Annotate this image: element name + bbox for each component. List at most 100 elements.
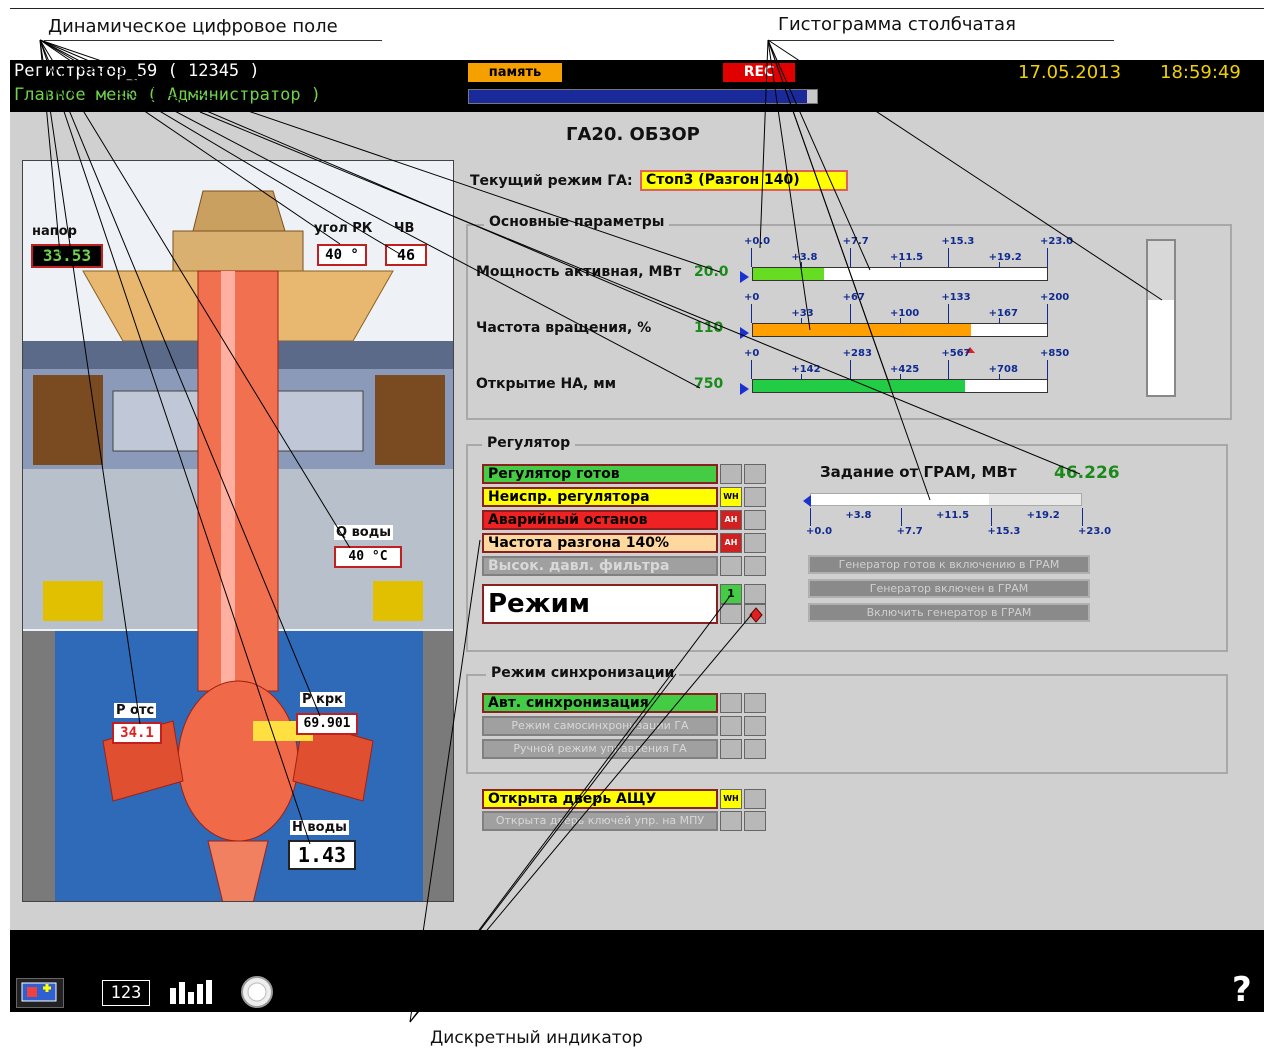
tick-mark <box>1047 304 1048 323</box>
pkrk-label: P крк <box>300 692 346 707</box>
napor-value: 33.53 <box>31 244 103 268</box>
bar-chart-icon[interactable] <box>168 978 220 1010</box>
main-menu-link[interactable]: Главное меню ( Администратор ) <box>14 85 321 105</box>
mode-indicator[interactable]: Режим <box>482 584 718 624</box>
tick-label: +425 <box>890 364 920 375</box>
pots-label: P отс <box>114 703 157 718</box>
memory-progress-fill <box>469 90 807 103</box>
tick-label: +0 <box>744 292 760 303</box>
tick-label: +11.5 <box>890 252 924 263</box>
sync-title: Режим синхронизации <box>486 665 680 681</box>
tick-mark <box>751 360 752 379</box>
tick-mark <box>751 304 752 323</box>
help-button[interactable]: ? <box>1232 970 1252 1010</box>
gram-button[interactable]: Включить генератор в ГРАМ <box>808 603 1090 622</box>
indicator-square[interactable] <box>744 716 766 736</box>
tick-label: +200 <box>1040 292 1070 303</box>
tick-mark <box>998 318 1000 323</box>
tick-label: +167 <box>988 308 1018 319</box>
tick-label: +100 <box>890 308 920 319</box>
indicator-square[interactable] <box>744 693 766 713</box>
indicator-square[interactable] <box>720 716 742 736</box>
discrete-indicator[interactable]: Частота разгона 140% <box>482 533 718 553</box>
indicator-square[interactable] <box>744 739 766 759</box>
indicator-square[interactable] <box>744 487 766 507</box>
discrete-indicator[interactable]: Неиспр. регулятора <box>482 487 718 507</box>
tick-label: +850 <box>1040 348 1070 359</box>
discrete-indicator[interactable]: Высок. давл. фильтра <box>482 556 718 576</box>
indicator-square[interactable] <box>744 556 766 576</box>
indicator-square[interactable] <box>744 811 766 831</box>
param-value: 110 <box>694 320 724 336</box>
tick-mark <box>900 318 901 323</box>
indicator-tag[interactable]: WH <box>720 487 742 507</box>
indicator-square[interactable] <box>720 739 742 759</box>
indicator-square[interactable] <box>744 464 766 484</box>
gram-button[interactable]: Генератор готов к включению в ГРАМ <box>808 555 1090 574</box>
discrete-indicator[interactable]: Регулятор готов <box>482 464 718 484</box>
indicator-square[interactable] <box>744 510 766 530</box>
gram-task-label: Задание от ГРАМ, МВт <box>820 463 1017 481</box>
indicator-tag[interactable]: WH <box>720 789 742 809</box>
mode-square[interactable] <box>720 604 742 624</box>
chv-label: ЧВ <box>394 221 415 236</box>
tick-label: +3.8 <box>791 252 818 263</box>
regulator-title: Регулятор <box>482 435 576 451</box>
indicator-tag[interactable]: AH <box>720 533 742 553</box>
tick-mark <box>998 262 1000 267</box>
screens-icon[interactable] <box>16 978 64 1008</box>
angle-label: угол РК <box>314 221 373 236</box>
tick-mark <box>849 248 851 267</box>
frame-line <box>10 8 1264 9</box>
main-params-title: Основные параметры <box>484 214 670 230</box>
tick-mark <box>900 508 902 526</box>
mode-flag[interactable]: 1 <box>720 584 742 604</box>
tick-label: +23.0 <box>1078 526 1112 537</box>
param-label: Открытие НА, мм <box>476 376 617 392</box>
mode-square[interactable] <box>744 584 766 604</box>
callout-underline <box>768 40 1114 41</box>
tick-label: +11.5 <box>936 510 970 521</box>
tick-mark <box>801 374 803 379</box>
tick-label: +33 <box>791 308 814 319</box>
hwater-label: H воды <box>290 820 349 835</box>
callout-histogram: Гистограмма столбчатая <box>778 14 1016 35</box>
door-indicator[interactable]: Открыта дверь АЩУ <box>482 789 718 809</box>
sync-indicator[interactable]: Режим самосинхронизации ГА <box>482 716 718 736</box>
indicator-tag[interactable]: AH <box>720 510 742 530</box>
page-title: ГА20. ОБЗОР <box>566 124 700 145</box>
mode-alarm-square[interactable] <box>744 604 766 624</box>
tick-mark <box>991 508 993 526</box>
tick-label: +15.3 <box>941 236 975 247</box>
tick-label: +67 <box>842 292 865 303</box>
tick-mark <box>810 508 811 526</box>
indicator-square[interactable] <box>744 789 766 809</box>
angle-value: 40 ° <box>317 244 367 266</box>
memory-indicator[interactable]: память <box>468 63 562 82</box>
sync-indicator[interactable]: Ручной режим управления ГА <box>482 739 718 759</box>
param-label: Частота вращения, % <box>476 320 652 336</box>
tick-mark <box>751 248 752 267</box>
door-indicator[interactable]: Открыта дверь ключей упр. на МПУ <box>482 811 718 831</box>
sync-indicator[interactable]: Авт. синхронизация <box>482 693 718 713</box>
indicator-tag[interactable] <box>720 811 742 831</box>
indicator-square[interactable] <box>720 693 742 713</box>
discrete-indicator[interactable]: Аварийный останов <box>482 510 718 530</box>
gram-task-bar <box>810 493 1082 506</box>
tick-label: +567 <box>941 348 971 359</box>
pkrk-value: 69.901 <box>296 713 358 735</box>
tick-label: +3.8 <box>845 510 872 521</box>
param-bar <box>752 379 1048 393</box>
current-mode-label: Текущий режим ГА: <box>470 173 633 189</box>
gram-button[interactable]: Генератор включен в ГРАМ <box>808 579 1090 598</box>
indicator-tag[interactable] <box>720 464 742 484</box>
tick-label: +0.0 <box>806 526 833 537</box>
vertical-level-empty <box>1148 241 1174 300</box>
indicator-tag[interactable] <box>720 556 742 576</box>
rec-indicator[interactable]: REC <box>723 63 795 82</box>
gauge-icon[interactable] <box>240 975 274 1013</box>
indicator-square[interactable] <box>744 533 766 553</box>
digits-mode-button[interactable]: 123 <box>102 980 150 1006</box>
tick-label: +7.7 <box>842 236 869 247</box>
chv-value: 46 <box>385 244 427 266</box>
